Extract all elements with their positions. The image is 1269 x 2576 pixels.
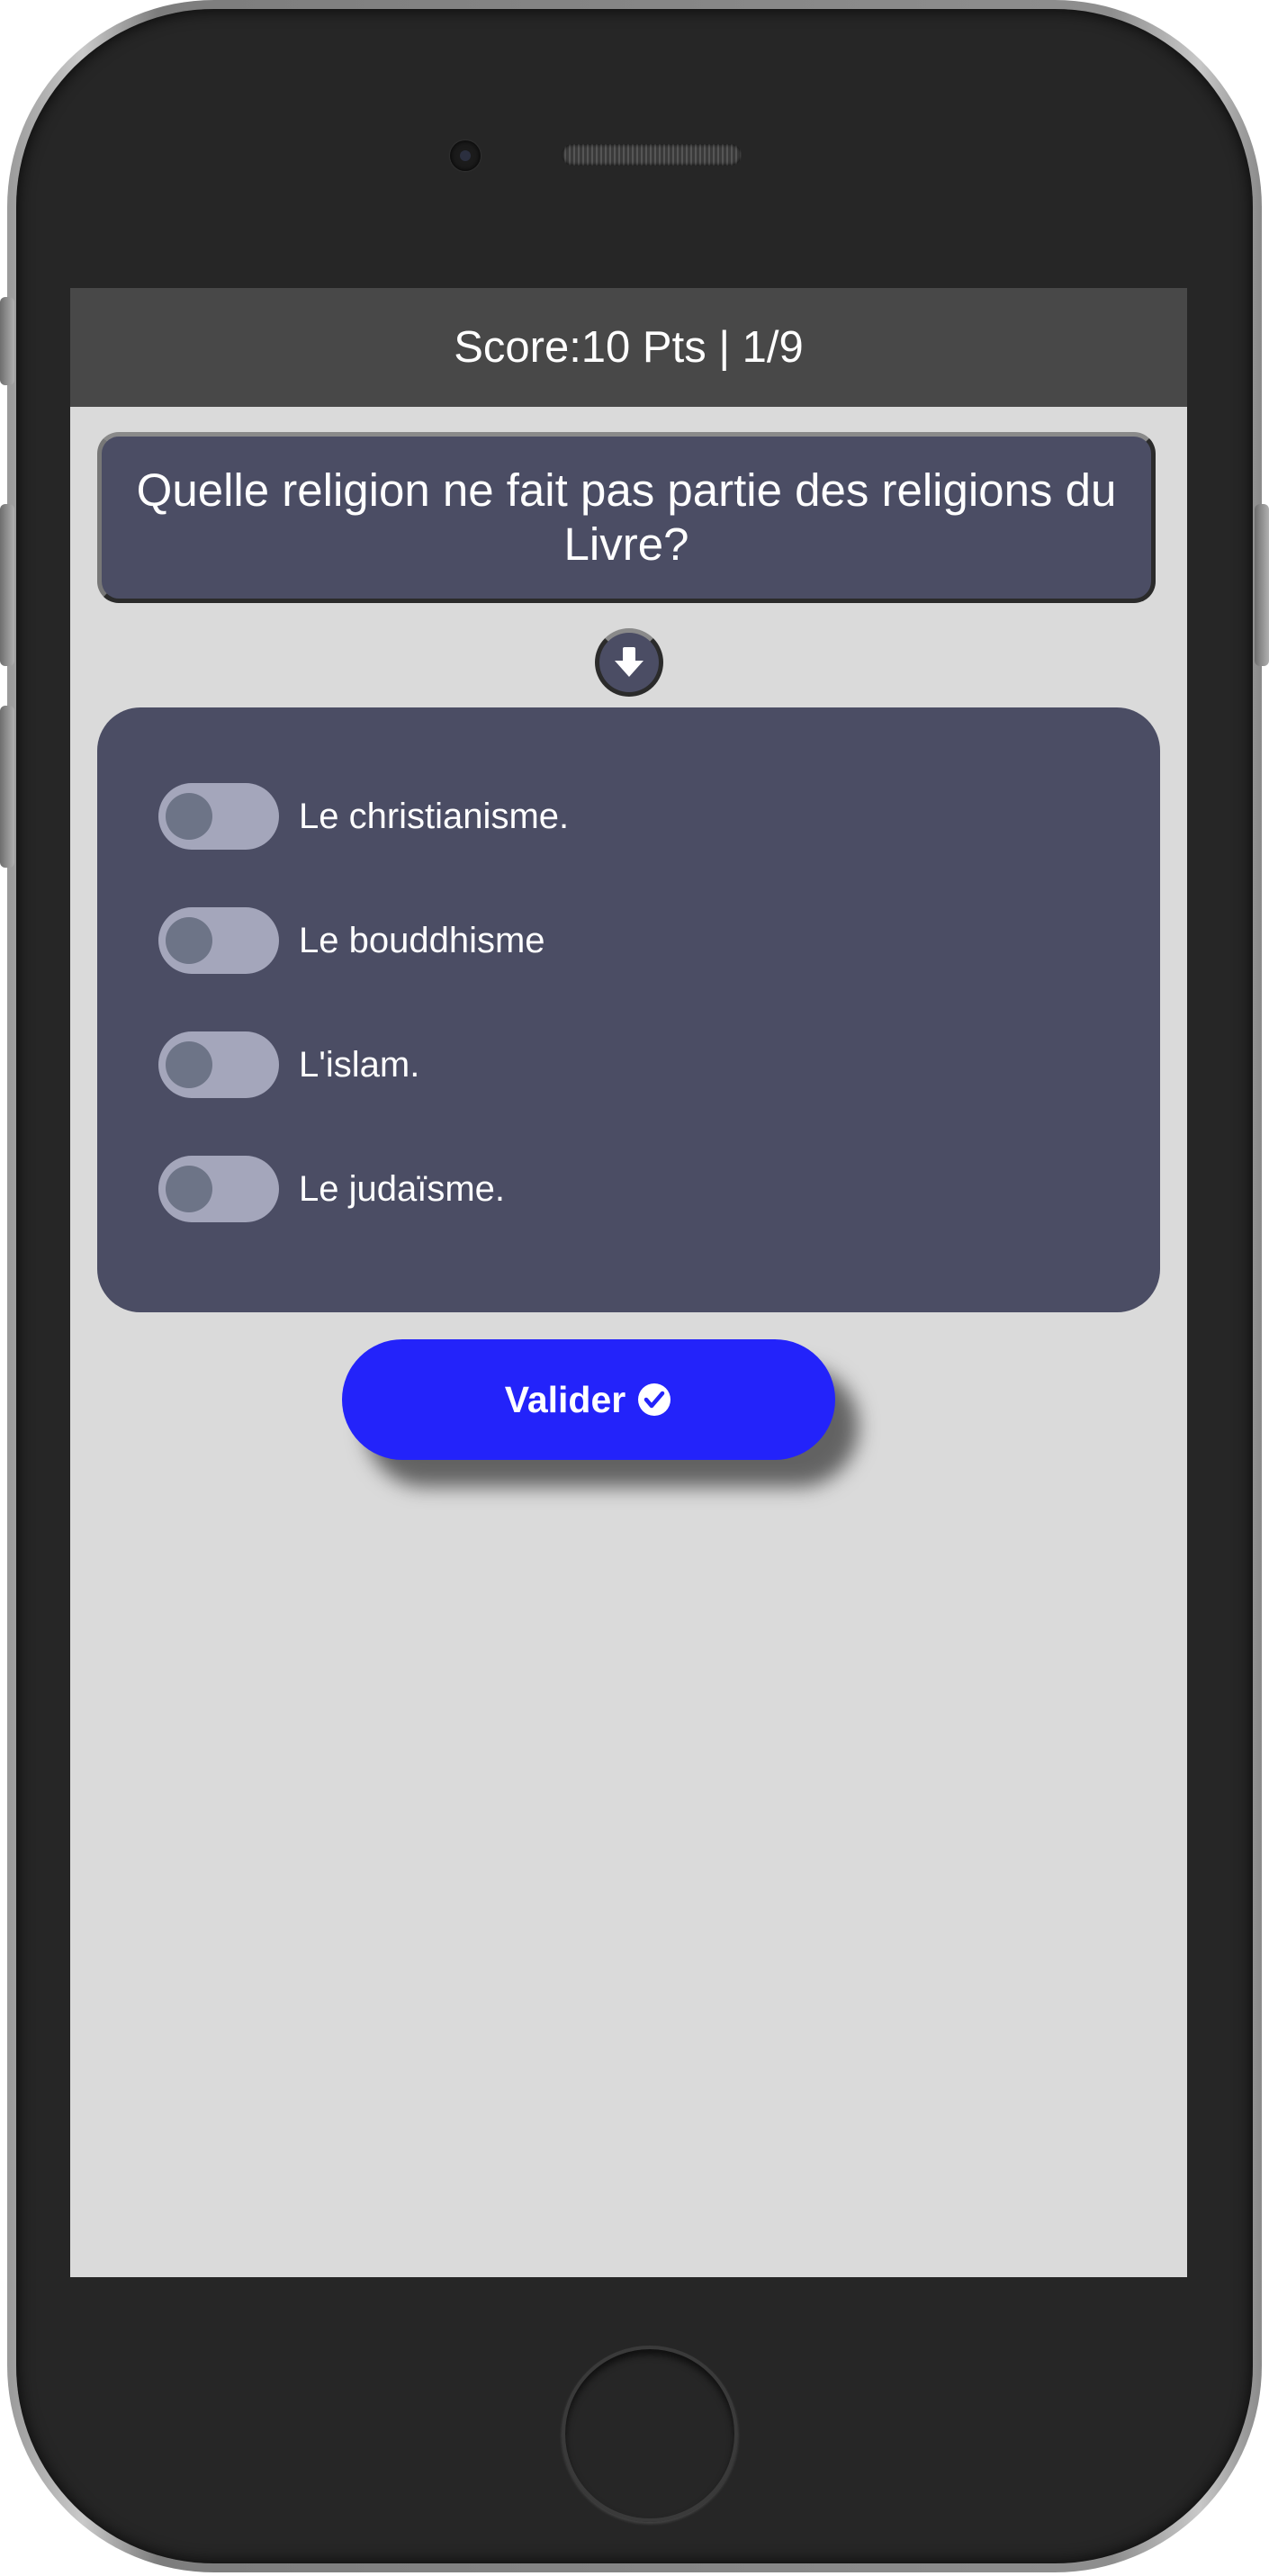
answer-toggle[interactable] bbox=[158, 907, 279, 974]
toggle-knob bbox=[166, 793, 212, 840]
mute-switch bbox=[0, 297, 14, 385]
answer-toggle[interactable] bbox=[158, 1031, 279, 1098]
answer-toggle[interactable] bbox=[158, 783, 279, 850]
answer-toggle[interactable] bbox=[158, 1156, 279, 1222]
toggle-knob bbox=[166, 1166, 212, 1212]
answer-label: L'islam. bbox=[299, 1044, 420, 1085]
toggle-knob bbox=[166, 917, 212, 964]
answer-option[interactable]: Le judaïsme. bbox=[158, 1156, 505, 1222]
score-text: Score:10 Pts | 1/9 bbox=[454, 323, 804, 372]
question-card: Quelle religion ne fait pas partie des r… bbox=[97, 432, 1156, 603]
question-text: Quelle religion ne fait pas partie des r… bbox=[136, 464, 1117, 570]
power-button bbox=[1255, 504, 1269, 666]
validate-label: Valider bbox=[504, 1378, 626, 1420]
validate-button[interactable]: Valider bbox=[342, 1339, 835, 1460]
answer-label: Le bouddhisme bbox=[299, 920, 545, 960]
arrow-down-icon bbox=[615, 647, 644, 677]
earpiece-speaker bbox=[562, 144, 742, 166]
score-header: Score:10 Pts | 1/9 bbox=[70, 288, 1187, 407]
answers-panel: Le christianisme. Le bouddhisme L'islam.… bbox=[97, 707, 1160, 1312]
answer-option[interactable]: Le bouddhisme bbox=[158, 907, 545, 974]
app-screen: Score:10 Pts | 1/9 Quelle religion ne fa… bbox=[70, 288, 1187, 2277]
check-circle-icon bbox=[638, 1383, 671, 1416]
scroll-down-button[interactable] bbox=[595, 628, 663, 697]
home-button[interactable] bbox=[562, 2346, 738, 2522]
volume-up-button bbox=[0, 504, 14, 666]
answer-option[interactable]: Le christianisme. bbox=[158, 783, 569, 850]
toggle-knob bbox=[166, 1041, 212, 1088]
volume-down-button bbox=[0, 706, 14, 868]
answer-option[interactable]: L'islam. bbox=[158, 1031, 419, 1098]
answer-label: Le christianisme. bbox=[299, 796, 570, 836]
front-camera bbox=[450, 140, 481, 171]
answer-label: Le judaïsme. bbox=[299, 1168, 506, 1209]
